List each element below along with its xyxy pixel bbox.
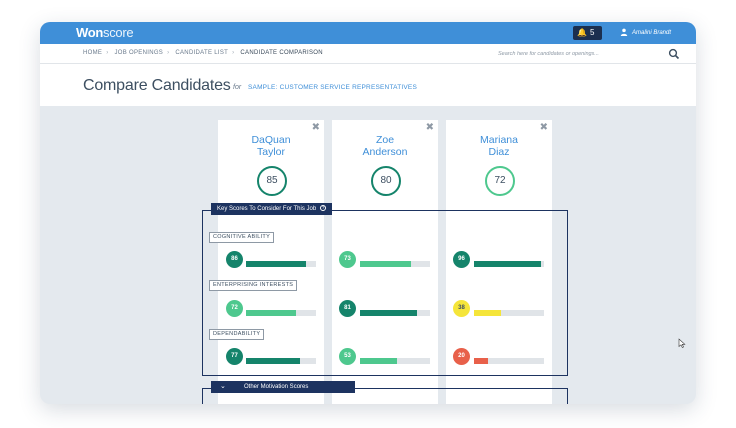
score-badge: 81 xyxy=(339,300,356,317)
overall-score: 80 xyxy=(371,166,401,196)
user-icon xyxy=(620,29,628,37)
score-label-cognitive-ability: COGNITIVE ABILITY xyxy=(209,232,275,243)
search-input[interactable]: Search here for candidates or openings..… xyxy=(498,48,664,60)
bell-icon: 🔔 xyxy=(577,28,587,37)
score-bar xyxy=(360,310,430,316)
score-bar-fill xyxy=(246,261,307,267)
score-bar xyxy=(246,261,316,267)
score-badge: 73 xyxy=(339,251,356,268)
candidate-last-name: Diaz xyxy=(488,146,510,158)
candidate-first-name: Mariana xyxy=(480,134,518,146)
key-scores-title-text: Key Scores To Consider For This Job xyxy=(217,206,317,212)
score-bar-fill xyxy=(246,358,300,364)
user-name: Amalini Brandt xyxy=(632,30,672,36)
score-badge: 77 xyxy=(226,348,243,365)
breadcrumb-candidate-list[interactable]: CANDIDATE LIST xyxy=(175,50,228,56)
candidate-last-name: Taylor xyxy=(256,146,285,158)
candidate-first-name: Zoe xyxy=(375,134,395,146)
score-bar-fill xyxy=(360,261,412,267)
notifications-count: 5 xyxy=(589,28,595,37)
score-badge: 20 xyxy=(453,348,470,365)
top-bar: Wonscore 🔔 5 Amalini Brandt xyxy=(40,22,696,44)
chevron-down-icon: ⌄ xyxy=(220,383,226,390)
score-bar-fill xyxy=(360,358,398,364)
breadcrumb-job-openings[interactable]: JOB OPENINGS xyxy=(114,50,163,56)
score-label-enterprising-interests: ENTERPRISING INTERESTS xyxy=(209,280,298,291)
logo-text-thin: score xyxy=(103,25,134,40)
score-badge: 53 xyxy=(339,348,356,365)
remove-candidate-icon[interactable]: ✖ xyxy=(540,123,548,133)
score-bar xyxy=(474,358,544,364)
other-scores-toggle[interactable]: ⌄ Other Motivation Scores xyxy=(211,381,355,393)
score-badge: 38 xyxy=(453,300,470,317)
nav-bar: HOME › JOB OPENINGS › CANDIDATE LIST › CAND… xyxy=(40,44,696,64)
for-label: for xyxy=(233,84,242,91)
score-bar xyxy=(360,261,430,267)
candidate-last-name: Anderson xyxy=(362,146,408,158)
logo-text-bold: Won xyxy=(76,25,104,40)
score-bar xyxy=(474,261,544,267)
candidate-name[interactable]: DaQuan Taylor xyxy=(218,134,324,158)
score-badge: 72 xyxy=(226,300,243,317)
score-bar xyxy=(246,310,316,316)
score-badge: 86 xyxy=(226,251,243,268)
score-bar xyxy=(246,358,316,364)
score-bar xyxy=(360,358,430,364)
search-icon[interactable] xyxy=(667,47,681,61)
overall-score: 85 xyxy=(257,166,287,196)
other-scores-title: Other Motivation Scores xyxy=(244,384,309,390)
score-bar-fill xyxy=(474,358,488,364)
score-bar-fill xyxy=(360,310,417,316)
candidate-first-name: DaQuan xyxy=(251,134,291,146)
wonscore-logo[interactable]: Wonscore xyxy=(76,25,134,40)
remove-candidate-icon[interactable]: ✖ xyxy=(426,123,434,133)
candidate-name[interactable]: Zoe Anderson xyxy=(332,134,438,158)
job-link[interactable]: SAMPLE: CUSTOMER SERVICE REPRESENTATIVES xyxy=(248,84,417,91)
notifications-button[interactable]: 🔔 5 xyxy=(573,26,602,40)
breadcrumb-home[interactable]: HOME xyxy=(83,50,102,56)
candidate-name[interactable]: Mariana Diaz xyxy=(446,134,552,158)
score-bar xyxy=(474,310,544,316)
app-window: Wonscore 🔔 5 Amalini Brandt HOME › JOB OPE… xyxy=(40,22,696,404)
overall-score: 72 xyxy=(485,166,515,196)
breadcrumb: HOME › JOB OPENINGS › CANDIDATE LIST › CAND… xyxy=(83,50,323,56)
score-bar-fill xyxy=(474,261,542,267)
score-badge: 96 xyxy=(453,251,470,268)
score-bar-fill xyxy=(246,310,297,316)
score-bar-fill xyxy=(474,310,501,316)
mouse-cursor-icon xyxy=(678,338,686,348)
remove-candidate-icon[interactable]: ✖ xyxy=(312,123,320,133)
breadcrumb-candidate-comparison: CANDIDATE COMPARISON xyxy=(240,50,323,56)
page-title: Compare Candidates xyxy=(83,77,231,94)
page-header: Compare Candidates for SAMPLE: CUSTOMER … xyxy=(40,64,696,106)
help-icon[interactable]: ? xyxy=(320,205,327,212)
key-scores-title: Key Scores To Consider For This Job? xyxy=(211,203,333,215)
score-label-dependability: DEPENDABILITY xyxy=(209,329,265,340)
user-menu[interactable]: Amalini Brandt xyxy=(620,27,671,39)
